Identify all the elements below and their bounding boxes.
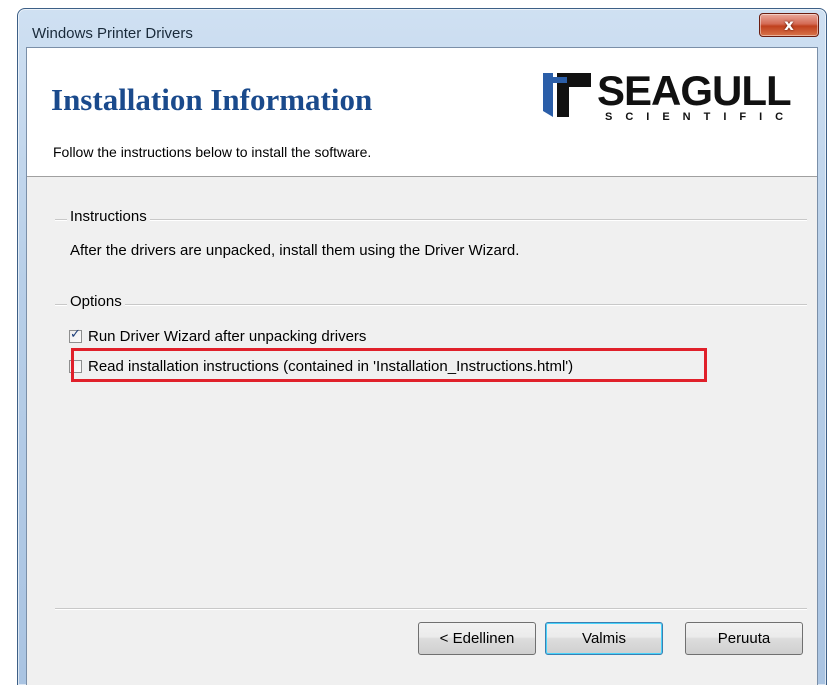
- highlight-annotation: [71, 348, 707, 382]
- instructions-label: Instructions: [67, 208, 150, 225]
- logo-word: SEAGULL: [597, 67, 792, 114]
- options-label: Options: [67, 293, 125, 310]
- page-subtitle: Follow the instructions below to install…: [53, 144, 372, 160]
- installer-window: Windows Printer Drivers x Installation I…: [17, 8, 827, 685]
- close-icon: x: [784, 16, 794, 34]
- seagull-logo-mark-icon: [543, 73, 591, 117]
- options-divider: [55, 304, 807, 306]
- footer-divider: [55, 608, 807, 610]
- close-button[interactable]: x: [759, 13, 819, 37]
- finish-button[interactable]: Valmis: [545, 622, 663, 655]
- instructions-divider: [55, 219, 807, 221]
- dialog-client-area: Installation Information Follow the inst…: [26, 47, 818, 685]
- back-button[interactable]: < Edellinen: [418, 622, 536, 655]
- checkbox-label: Run Driver Wizard after unpacking driver…: [88, 328, 367, 345]
- checkmark-icon: ✓: [70, 327, 81, 342]
- wizard-header: Installation Information Follow the inst…: [27, 48, 817, 177]
- seagull-scientific-logo: SEAGULL SCIENTIFIC: [543, 67, 819, 131]
- title-bar[interactable]: Windows Printer Drivers x: [18, 9, 826, 47]
- instructions-text: After the drivers are unpacked, install …: [70, 242, 520, 259]
- cancel-button[interactable]: Peruuta: [685, 622, 803, 655]
- page-title: Installation Information: [51, 82, 373, 117]
- run-driver-wizard-checkbox[interactable]: ✓ Run Driver Wizard after unpacking driv…: [69, 327, 367, 345]
- window-title: Windows Printer Drivers: [32, 25, 193, 42]
- checkbox-box[interactable]: ✓: [69, 327, 82, 343]
- logo-subword: SCIENTIFIC: [605, 111, 797, 123]
